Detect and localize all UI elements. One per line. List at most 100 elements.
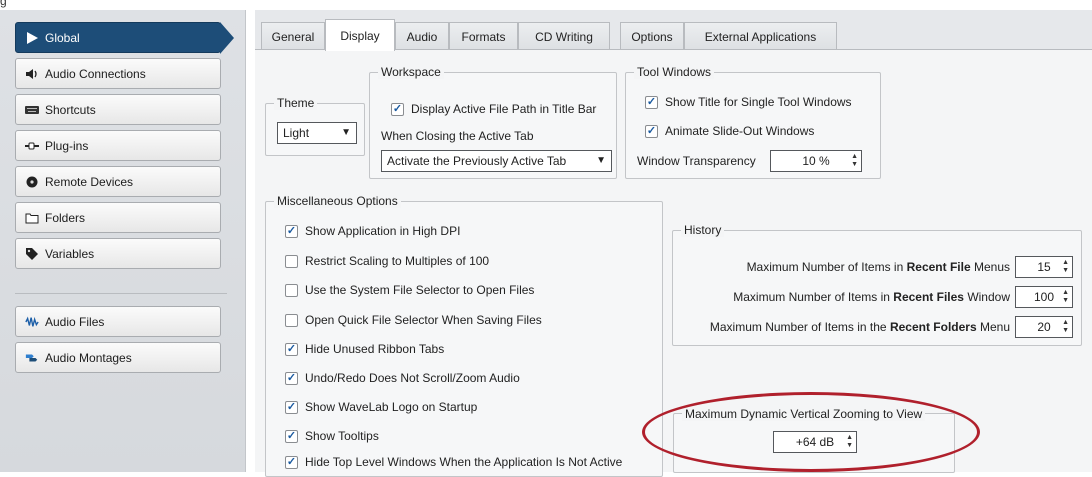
recent-files-window-spinbox[interactable]: 100 ▲ ▼ [1015,286,1073,308]
sidebar-item-shortcuts[interactable]: Shortcuts [15,94,221,125]
misc-option-row[interactable]: Open Quick File Selector When Saving Fil… [285,313,542,327]
misc-options-group-title: Miscellaneous Options [274,194,401,208]
misc-option-checkbox[interactable]: ✓ [285,371,298,385]
misc-option-row[interactable]: ✓ Show Tooltips [285,429,379,443]
sidebar-item-audio-connections[interactable]: Audio Connections [15,58,221,89]
misc-option-row[interactable]: ✓ Hide Top Level Windows When the Applic… [285,455,622,469]
spin-arrows-icon[interactable]: ▲ ▼ [1062,319,1069,335]
closing-tab-label: When Closing the Active Tab [381,129,534,143]
sidebar-divider [15,293,227,294]
misc-option-label: Open Quick File Selector When Saving Fil… [305,313,542,327]
tab-bar: General Display Audio Formats CD Writing… [255,10,1092,51]
tab-options[interactable]: Options [620,22,684,50]
tag-icon [25,247,39,261]
spin-arrows-icon[interactable]: ▲ ▼ [1062,289,1069,305]
vertical-zoom-spinbox[interactable]: +64 dB ▲ ▼ [773,431,857,453]
dropdown-arrow-icon: ▼ [341,127,351,138]
vertical-zoom-group-title: Maximum Dynamic Vertical Zooming to View [682,407,926,421]
display-path-label: Display Active File Path in Title Bar [411,102,597,116]
misc-option-checkbox[interactable]: ✓ [285,429,298,443]
theme-group-title: Theme [274,96,318,110]
sidebar-item-label: Variables [45,246,95,261]
sidebar-item-label: Folders [45,210,86,225]
show-title-label: Show Title for Single Tool Windows [665,95,852,109]
tab-general[interactable]: General [261,22,325,50]
spinbox-value: 100 [1033,290,1055,304]
misc-option-row[interactable]: Restrict Scaling to Multiples of 100 [285,254,489,268]
misc-option-checkbox[interactable] [285,283,298,297]
sidebar-item-plug-ins[interactable]: Plug-ins [15,130,221,161]
tab-display[interactable]: Display [325,19,395,51]
dropdown-arrow-icon: ▼ [596,155,606,166]
top-strip-text: g [0,0,7,8]
recent-file-menus-spinbox[interactable]: 15 ▲ ▼ [1015,256,1073,278]
misc-option-checkbox[interactable]: ✓ [285,224,298,238]
spin-arrows-icon[interactable]: ▲ ▼ [851,153,858,169]
misc-option-row[interactable]: ✓ Undo/Redo Does Not Scroll/Zoom Audio [285,371,520,385]
montage-icon [25,351,39,365]
sidebar-item-global[interactable]: Global [15,22,234,54]
misc-option-checkbox[interactable] [285,313,298,327]
misc-option-row[interactable]: Use the System File Selector to Open Fil… [285,283,534,297]
spin-arrows-icon[interactable]: ▲ ▼ [846,434,853,450]
tab-audio[interactable]: Audio [395,22,449,50]
remote-device-icon [25,175,39,189]
animate-checkbox[interactable]: ✓ [645,124,658,138]
top-strip: g [0,0,1092,10]
show-title-checkbox[interactable]: ✓ [645,95,658,109]
plug-icon [25,139,39,153]
tab-formats[interactable]: Formats [449,22,518,50]
misc-option-row[interactable]: ✓ Show WaveLab Logo on Startup [285,400,477,414]
sidebar-item-label: Audio Montages [45,350,132,365]
sidebar-item-label: Audio Files [45,314,105,329]
sidebar-item-label: Audio Connections [45,66,146,81]
recent-folders-menu-spinbox[interactable]: 20 ▲ ▼ [1015,316,1073,338]
animate-checkbox-row[interactable]: ✓ Animate Slide-Out Windows [645,124,814,138]
tab-cd-writing[interactable]: CD Writing [518,22,610,50]
sidebar-item-folders[interactable]: Folders [15,202,221,233]
sidebar-item-audio-files[interactable]: Audio Files [15,306,221,337]
spin-arrows-icon[interactable]: ▲ ▼ [1062,259,1069,275]
play-icon [25,31,39,45]
sidebar: Global Audio Connections Shortcuts Plug-… [0,10,246,472]
folder-icon [25,211,39,225]
misc-option-label: Undo/Redo Does Not Scroll/Zoom Audio [305,371,520,385]
animate-label: Animate Slide-Out Windows [665,124,815,138]
misc-option-label: Show Application in High DPI [305,224,461,238]
misc-option-checkbox[interactable]: ✓ [285,455,298,469]
misc-option-checkbox[interactable] [285,254,298,268]
sidebar-item-label: Global [45,30,80,45]
misc-option-checkbox[interactable]: ✓ [285,342,298,356]
misc-option-row[interactable]: ✓ Show Application in High DPI [285,224,460,238]
speaker-icon [25,67,39,81]
display-path-checkbox-row[interactable]: ✓ Display Active File Path in Title Bar [391,102,596,116]
keyboard-icon [25,103,39,117]
closing-tab-select[interactable]: Activate the Previously Active Tab ▼ [381,150,612,172]
display-path-checkbox[interactable]: ✓ [391,102,404,116]
misc-option-label: Use the System File Selector to Open Fil… [305,283,535,297]
history-row-label: Maximum Number of Items in Recent Files … [733,290,1010,304]
tab-external-applications[interactable]: External Applications [684,22,837,50]
misc-option-row[interactable]: ✓ Hide Unused Ribbon Tabs [285,342,444,356]
misc-option-label: Hide Unused Ribbon Tabs [305,342,445,356]
waveform-icon [25,315,39,329]
sidebar-item-label: Shortcuts [45,102,96,117]
history-group-title: History [681,223,725,237]
history-row-label: Maximum Number of Items in Recent File M… [746,260,1010,274]
sidebar-item-audio-montages[interactable]: Audio Montages [15,342,221,373]
vertical-zoom-value: +64 dB [795,435,835,449]
misc-option-label: Show WaveLab Logo on Startup [305,400,478,414]
tool-windows-group-title: Tool Windows [634,65,715,79]
misc-option-checkbox[interactable]: ✓ [285,400,298,414]
sidebar-item-label: Remote Devices [45,174,134,189]
transparency-spinbox[interactable]: 10 % ▲ ▼ [770,150,862,172]
misc-option-label: Restrict Scaling to Multiples of 100 [305,254,490,268]
transparency-label: Window Transparency [637,154,756,168]
spinbox-value: 15 [1037,260,1051,274]
sidebar-item-variables[interactable]: Variables [15,238,221,269]
theme-select[interactable]: Light ▼ [277,122,357,144]
theme-select-value: Light [283,126,310,140]
workspace-group-title: Workspace [378,65,444,79]
show-title-checkbox-row[interactable]: ✓ Show Title for Single Tool Windows [645,95,852,109]
sidebar-item-remote-devices[interactable]: Remote Devices [15,166,221,197]
